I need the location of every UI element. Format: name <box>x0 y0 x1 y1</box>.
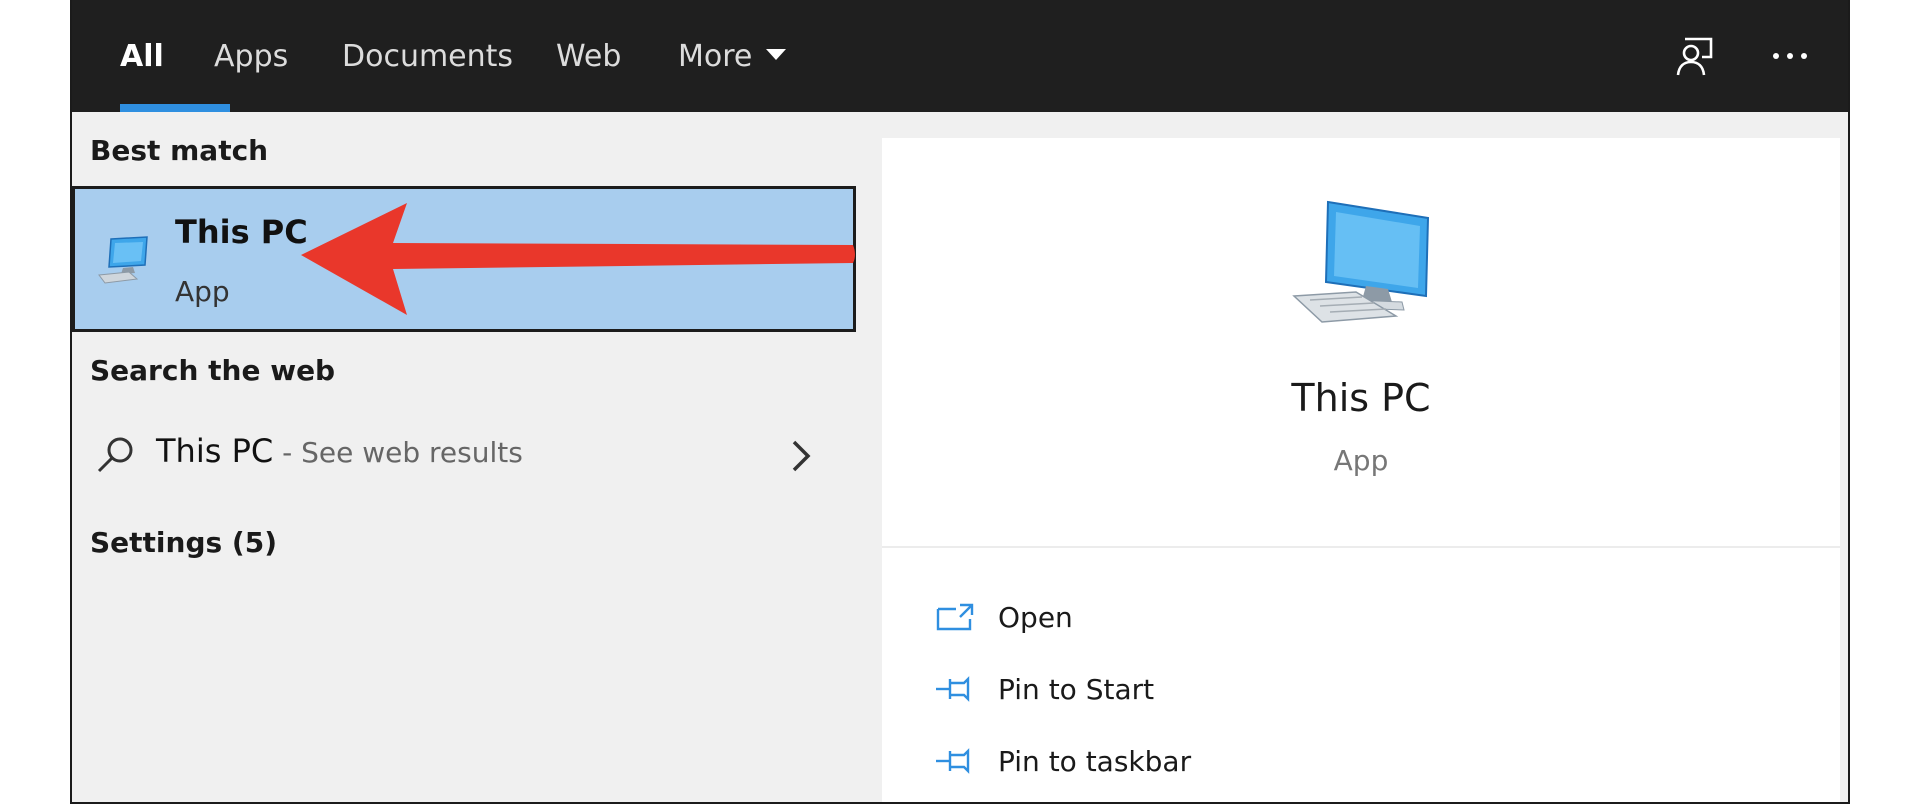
web-query: This PC <box>156 432 274 470</box>
pin-to-start-action[interactable]: Pin to Start <box>934 664 1154 714</box>
chevron-right-icon <box>792 440 811 472</box>
settings-heading[interactable]: Settings (5) <box>90 526 277 559</box>
preview-divider <box>882 546 1840 548</box>
tab-documents[interactable]: Documents <box>342 0 513 112</box>
pin-to-taskbar-action[interactable]: Pin to taskbar <box>934 736 1191 786</box>
web-search-result[interactable]: This PC - See web results <box>72 418 856 490</box>
search-top-bar: All Apps Documents Web More <box>72 0 1848 112</box>
more-options-icon[interactable] <box>1762 28 1818 84</box>
annotation-arrow <box>301 203 855 315</box>
open-action[interactable]: Open <box>934 592 1073 642</box>
web-result-text: This PC - See web results <box>156 432 523 470</box>
computer-icon <box>98 236 148 284</box>
pin-to-taskbar-label: Pin to taskbar <box>998 744 1192 778</box>
best-match-result[interactable]: This PC App <box>72 186 856 332</box>
tab-web[interactable]: Web <box>556 0 621 112</box>
preview-pane: This PC App Open Pin to Start Pin to tas… <box>882 138 1840 802</box>
tab-more-label: More <box>678 38 753 74</box>
tab-web-label: Web <box>556 38 622 74</box>
preview-type: App <box>1333 444 1389 477</box>
preview-title: This PC <box>1291 376 1431 420</box>
computer-icon <box>1292 200 1430 323</box>
search-icon <box>97 437 133 473</box>
best-match-title: This PC <box>175 213 308 251</box>
search-panel: All Apps Documents Web More Best match T… <box>70 0 1850 804</box>
search-web-heading: Search the web <box>90 354 336 387</box>
tab-more[interactable]: More <box>678 0 787 112</box>
pin-icon <box>936 676 970 702</box>
caret-down-icon <box>766 48 787 60</box>
open-action-label: Open <box>998 600 1073 634</box>
tab-all[interactable]: All <box>120 0 230 112</box>
tab-all-label: All <box>120 38 164 74</box>
pin-icon <box>936 748 970 774</box>
best-match-heading: Best match <box>90 134 269 167</box>
tab-apps[interactable]: Apps <box>214 0 288 112</box>
pin-to-start-label: Pin to Start <box>998 672 1155 706</box>
best-match-type: App <box>175 275 230 308</box>
web-results-hint: - See web results <box>273 436 523 469</box>
tab-documents-label: Documents <box>342 38 514 74</box>
open-icon <box>936 603 974 631</box>
feedback-icon[interactable] <box>1668 28 1724 84</box>
tab-apps-label: Apps <box>214 38 289 74</box>
